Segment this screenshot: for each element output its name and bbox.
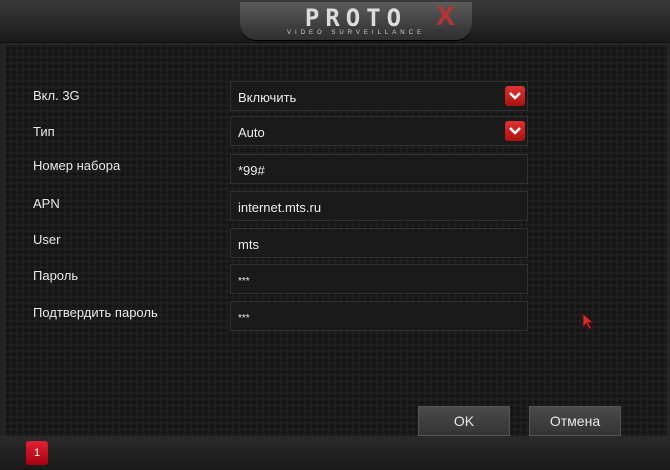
logo-mark: X (436, 0, 455, 31)
enable-3g-value: Включить (238, 90, 297, 105)
logo-subtitle: VIDEO SURVEILLANCE (287, 30, 425, 36)
user-input[interactable]: mts (230, 228, 528, 258)
dial-number-label: Номер набора (33, 158, 121, 173)
logo: PROTO X VIDEO SURVEILLANCE (240, 0, 472, 40)
password-input[interactable]: *** (230, 264, 528, 294)
header-bar: PROTO X VIDEO SURVEILLANCE (0, 0, 670, 43)
chevron-down-icon[interactable] (505, 121, 525, 141)
type-value: Auto (238, 125, 265, 140)
apn-input[interactable]: internet.mts.ru (230, 191, 528, 221)
mouse-pointer-icon (582, 312, 596, 336)
enable-3g-select[interactable]: Включить (230, 81, 528, 111)
ok-button[interactable]: OK (418, 406, 510, 436)
taskbar: 1 (0, 436, 670, 470)
chevron-down-icon[interactable] (505, 86, 525, 106)
type-label: Тип (33, 124, 55, 139)
confirm-password-label: Подтвердить пароль (33, 305, 158, 320)
apn-label: APN (33, 196, 60, 211)
type-select[interactable]: Auto (230, 116, 528, 146)
enable-3g-label: Вкл. 3G (33, 88, 80, 103)
dial-number-input[interactable]: *99# (230, 154, 528, 184)
cancel-button[interactable]: Отмена (529, 406, 621, 436)
notification-icon[interactable]: 1 (26, 441, 48, 465)
password-label: Пароль (33, 268, 79, 283)
user-label: User (33, 232, 61, 247)
confirm-password-input[interactable]: *** (230, 301, 528, 331)
